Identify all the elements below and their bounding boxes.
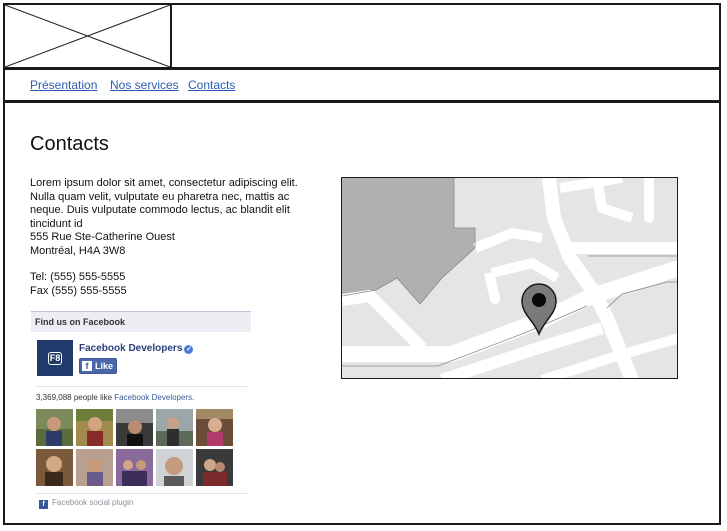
like-button-label: Like [95,361,114,371]
facebook-icon: f [82,361,92,371]
facebook-page-name-text: Facebook Developers [79,343,183,354]
divider [35,493,247,494]
phone-block: Tel: (555) 555-5555 Fax (555) 555-5555 [30,271,127,298]
like-count-mid: people like [71,393,115,402]
check-badge-icon: ✓ [184,345,194,354]
address-block: 555 Rue Ste-Catherine Ouest Montréal, H4… [30,231,175,258]
fan-photo[interactable] [116,409,153,446]
fan-photo[interactable] [156,409,193,446]
fan-photo[interactable] [76,409,113,446]
page-frame: Présentation Nos services Contacts Conta… [3,3,721,525]
fan-photo[interactable] [196,409,233,446]
facebook-widget-header: Find us on Facebook [31,311,251,332]
fan-photo[interactable] [76,449,113,486]
nav-link-contacts[interactable]: Contacts [188,78,235,92]
like-button[interactable]: f Like [79,358,117,374]
facebook-footer-label: Facebook social plugin [52,498,134,507]
like-count: 3,369,088 [36,393,72,402]
facebook-footer: f Facebook social plugin [39,498,133,509]
nav-link-presentation[interactable]: Présentation [30,78,97,92]
main-navigation: Présentation Nos services Contacts [5,70,719,103]
facebook-widget: Find us on Facebook F8 Facebook Develope… [31,311,251,509]
divider [35,386,247,387]
fan-photo[interactable] [36,409,73,446]
image-placeholder-icon [5,5,170,67]
like-page-link[interactable]: Facebook Developers [114,393,192,402]
page-avatar[interactable]: F8 [37,340,73,376]
facebook-page-name[interactable]: Facebook Developers ✓ [79,343,194,354]
address-street: 555 Rue Ste-Catherine Ouest [30,231,175,243]
address-city: Montréal, H4A 3W8 [30,244,126,257]
facebook-icon: f [39,500,48,509]
logo-placeholder [5,5,172,67]
fan-photo[interactable] [156,449,193,486]
avatar-text: F8 [47,352,63,365]
map-illustration [342,178,677,378]
like-count-text: 3,369,088 people like Facebook Developer… [36,393,194,402]
fan-photo[interactable] [196,449,233,486]
fan-photo[interactable] [36,449,73,486]
phone-number: Tel: (555) 555-5555 [30,271,126,283]
fan-photo[interactable] [116,449,153,486]
header [5,5,719,70]
location-map[interactable] [341,177,678,379]
fax-number: Fax (555) 555-5555 [30,284,127,297]
like-count-end: . [192,393,195,402]
page-title: Contacts [30,133,109,155]
intro-paragraph: Lorem ipsum dolor sit amet, consectetur … [30,177,298,230]
nav-link-services[interactable]: Nos services [110,78,179,92]
